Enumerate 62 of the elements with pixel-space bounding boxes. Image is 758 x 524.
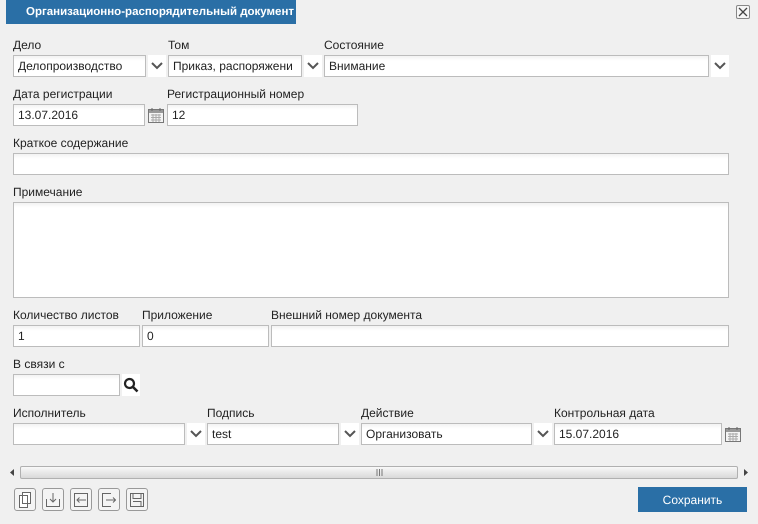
dropdown-button[interactable] <box>711 55 729 77</box>
date-field[interactable]: 13.07.2016 <box>13 104 145 126</box>
field-label: Контрольная дата <box>554 405 656 422</box>
chevron-down-icon <box>307 62 319 70</box>
box-arrow-left-icon <box>74 492 88 506</box>
dropdown-button[interactable] <box>148 55 166 77</box>
input-field[interactable] <box>13 153 729 175</box>
chevron-down-icon <box>714 62 726 70</box>
chevron-down-icon <box>537 430 549 438</box>
chevron-down-icon <box>344 430 356 438</box>
tray-arrow-down-icon <box>46 492 60 506</box>
close-icon <box>738 7 748 17</box>
field-label: Действие <box>361 405 415 422</box>
field-label: Состояние <box>324 37 385 54</box>
calendar-icon <box>725 426 741 442</box>
input-field[interactable]: 1 <box>13 325 140 347</box>
dropdown-button[interactable] <box>187 423 205 445</box>
field-label: Количество листов <box>13 307 120 324</box>
download-button[interactable] <box>42 488 64 511</box>
dropdown-field[interactable]: Делопроизводство <box>13 55 146 77</box>
dropdown-field[interactable]: Приказ, распоряжени <box>168 55 302 77</box>
lookup-field[interactable] <box>13 374 120 396</box>
dropdown-field[interactable]: Внимание <box>324 55 709 77</box>
field-label: В связи с <box>13 356 66 373</box>
dropdown-field[interactable]: Организовать <box>361 423 532 445</box>
save-button[interactable]: Сохранить <box>638 487 747 512</box>
forward-button[interactable] <box>98 488 120 511</box>
date-field[interactable]: 15.07.2016 <box>554 423 722 445</box>
field-label: Том <box>168 37 190 54</box>
save-icon-button[interactable] <box>126 488 148 511</box>
left-arrow-icon[interactable] <box>10 468 14 476</box>
search-button[interactable] <box>122 374 140 396</box>
copy-button[interactable] <box>14 488 36 511</box>
field-label: Приложение <box>142 307 214 324</box>
input-field[interactable]: 12 <box>167 104 358 126</box>
field-label: Дата регистрации <box>13 86 114 103</box>
box-arrow-right-icon <box>102 492 116 506</box>
back-button[interactable] <box>70 488 92 511</box>
input-field[interactable] <box>271 325 729 347</box>
close-button[interactable] <box>736 5 750 19</box>
field-label: Краткое содержание <box>13 135 130 152</box>
note-field[interactable] <box>13 202 729 298</box>
field-label: Дело <box>13 37 42 54</box>
grip-icon <box>376 468 382 476</box>
calendar-icon <box>148 107 164 123</box>
right-arrow-icon[interactable] <box>744 468 748 476</box>
field-label: Примечание <box>13 184 84 201</box>
dropdown-button[interactable] <box>534 423 552 445</box>
chevron-down-icon <box>190 430 202 438</box>
field-label: Регистрационный номер <box>167 86 306 103</box>
dropdown-field[interactable]: test <box>207 423 339 445</box>
search-icon <box>123 377 139 393</box>
field-label: Исполнитель <box>13 405 87 422</box>
dropdown-field[interactable] <box>13 423 185 445</box>
copy-icon <box>18 492 32 508</box>
dropdown-button[interactable] <box>341 423 359 445</box>
field-label: Подпись <box>207 405 256 422</box>
input-field[interactable]: 0 <box>142 325 269 347</box>
window-title: Организационно-распорядительный документ <box>6 0 296 24</box>
field-label: Внешний номер документа <box>271 307 424 324</box>
chevron-down-icon <box>151 62 163 70</box>
dropdown-button[interactable] <box>304 55 322 77</box>
